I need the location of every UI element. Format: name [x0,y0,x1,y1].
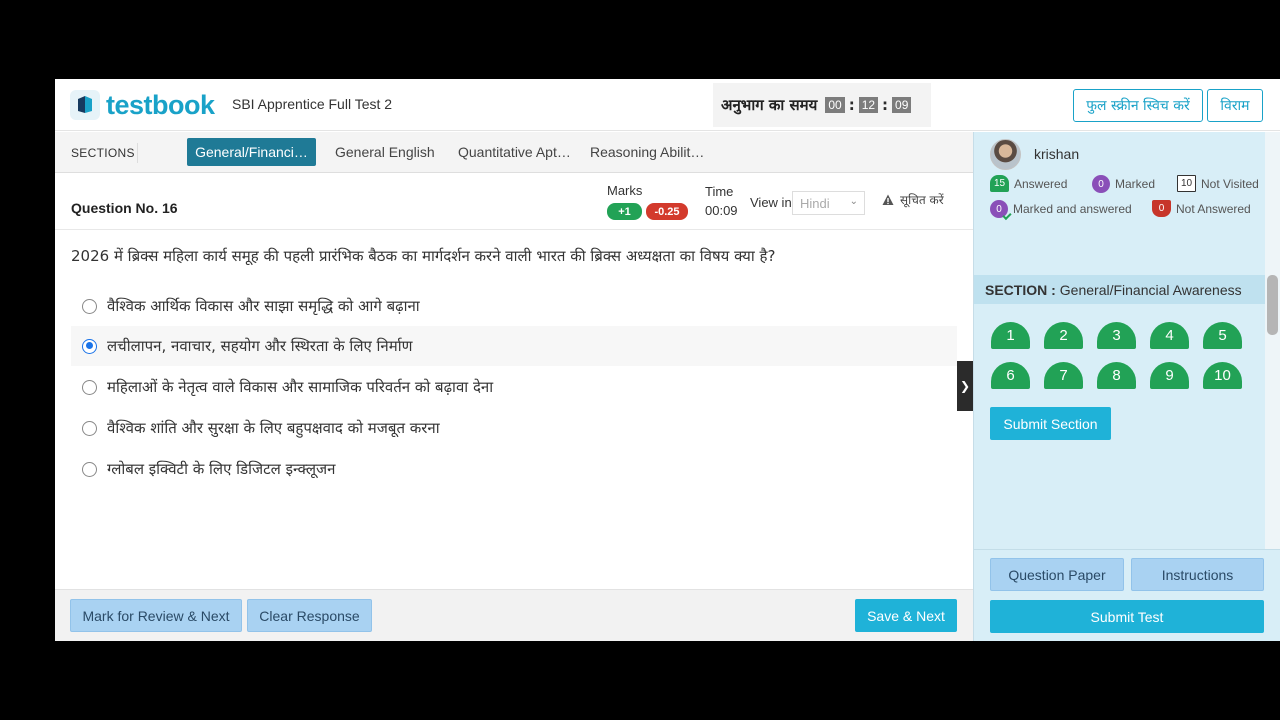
fullscreen-button[interactable]: फुल स्क्रीन स्विच करें [1073,89,1203,122]
language-select[interactable]: Hindi ⌄ [792,191,865,215]
question-footer: Mark for Review & Next Clear Response Sa… [55,589,973,641]
sections-divider [137,143,138,163]
section-timer: अनुभाग का समय 00 : 12 : 09 [713,83,931,127]
sections-label: SECTIONS [71,146,135,160]
collapse-panel-handle[interactable]: ❯ [957,361,973,411]
option-radio[interactable] [82,461,97,477]
not-visited-label: Not Visited [1201,176,1259,191]
clear-response-button[interactable]: Clear Response [247,599,372,632]
question-palette-panel: krishan 15 Answered 0 Marked 10 Not Visi… [973,132,1280,641]
marked-count: 0 [1092,175,1110,193]
question-paper-button[interactable]: Question Paper [990,558,1124,591]
option-radio-selected[interactable] [82,338,97,354]
warning-icon [882,194,894,205]
palette-question-7[interactable]: 7 [1044,362,1083,389]
timer-separator: : [882,96,889,114]
question-header: Question No. 16 Marks +1 -0.25 Time 00:0… [55,174,973,230]
question-number: Question No. 16 [71,200,178,216]
time-label: Time [705,184,734,199]
option-2[interactable]: लचीलापन, नवाचार, सहयोग और स्थिरता के लिए… [71,326,957,366]
timer-seconds: 09 [892,97,912,113]
legend-answered: 15 Answered [990,175,1067,192]
tab-quantitative-aptitude[interactable]: Quantitative Apt… [458,138,571,166]
panel-scrollbar[interactable] [1265,132,1280,552]
option-3[interactable]: महिलाओं के नेतृत्व वाले विकास और सामाजिक… [71,367,957,407]
legend-marked: 0 Marked [1092,175,1155,193]
palette-question-1[interactable]: 1 [991,322,1030,349]
not-answered-label: Not Answered [1176,201,1251,216]
legend-marked-answered: 0 Marked and answered [990,200,1132,218]
avatar [990,138,1021,170]
positive-marks-badge: +1 [607,203,642,220]
submit-section-button[interactable]: Submit Section [990,407,1111,440]
marked-label: Marked [1115,177,1156,191]
option-radio[interactable] [82,420,97,436]
language-value: Hindi [800,195,830,211]
testbook-logo-icon [70,90,100,120]
not-answered-count: 0 [1152,200,1171,217]
palette-question-5[interactable]: 5 [1203,322,1242,349]
tab-general-english[interactable]: General English [335,138,435,166]
question-text: 2026 में ब्रिक्स महिला कार्य समूह की पहल… [71,247,776,265]
instructions-button[interactable]: Instructions [1131,558,1264,591]
top-header: testbook SBI Apprentice Full Test 2 अनुभ… [55,79,1280,131]
option-text: लचीलापन, नवाचार, सहयोग और स्थिरता के लिए… [107,337,413,355]
palette-question-10[interactable]: 10 [1203,362,1242,389]
report-button[interactable]: सूचित करें [882,191,944,208]
option-5[interactable]: ग्लोबल इक्विटी के लिए डिजिटल इन्क्लूजन [71,449,957,489]
palette-question-3[interactable]: 3 [1097,322,1136,349]
submit-test-button[interactable]: Submit Test [990,600,1264,633]
section-name-strip: SECTION : General/Financial Awareness [974,275,1265,304]
section-label: SECTION : [985,281,1056,298]
option-radio[interactable] [82,298,97,314]
logo-wordmark: testbook [106,89,215,120]
legend-not-answered: 0 Not Answered [1152,200,1251,217]
marked-answered-count: 0 [990,200,1008,218]
not-visited-count: 10 [1177,175,1196,192]
view-in-label: View in [750,195,792,210]
option-text: वैश्विक शांति और सुरक्षा के लिए बहुपक्षव… [107,419,440,437]
user-info: krishan [990,137,1079,171]
option-text: ग्लोबल इक्विटी के लिए डिजिटल इन्क्लूजन [107,460,336,478]
user-name: krishan [1034,146,1080,162]
palette-question-8[interactable]: 8 [1097,362,1136,389]
option-text: वैश्विक आर्थिक विकास और साझा समृद्धि को … [107,297,420,315]
time-value: 00:09 [705,203,738,218]
option-radio[interactable] [82,379,97,395]
timer-label: अनुभाग का समय [721,96,818,114]
marked-answered-label: Marked and answered [1013,202,1132,216]
tab-reasoning-ability[interactable]: Reasoning Abilit… [590,138,704,166]
test-title: SBI Apprentice Full Test 2 [232,96,393,112]
section-name: General/Financial Awareness [1059,281,1242,298]
palette-question-4[interactable]: 4 [1150,322,1189,349]
answered-count: 15 [990,175,1009,192]
option-1[interactable]: वैश्विक आर्थिक विकास और साझा समृद्धि को … [71,286,957,326]
tab-general-financial[interactable]: General/Financi… [187,138,316,166]
mark-for-review-button[interactable]: Mark for Review & Next [70,599,242,632]
answered-label: Answered [1014,176,1068,191]
timer-hours: 00 [825,97,845,113]
chevron-right-icon: ❯ [959,379,971,393]
option-4[interactable]: वैश्विक शांति और सुरक्षा के लिए बहुपक्षव… [71,408,957,448]
pause-button[interactable]: विराम [1207,89,1263,122]
report-label: सूचित करें [900,193,944,207]
panel-actions: Question Paper Instructions Submit Test [974,549,1280,641]
exam-window: testbook SBI Apprentice Full Test 2 अनुभ… [55,79,1280,641]
testbook-logo: testbook [70,90,215,120]
timer-minutes: 12 [858,97,879,113]
option-text: महिलाओं के नेतृत्व वाले विकास और सामाजिक… [107,378,494,396]
palette-question-6[interactable]: 6 [991,362,1030,389]
chevron-down-icon: ⌄ [849,196,858,207]
negative-marks-badge: -0.25 [646,203,688,220]
sections-bar: SECTIONS General/Financi… General Englis… [55,132,973,173]
panel-scrollbar-thumb[interactable] [1267,275,1278,335]
legend-not-visited: 10 Not Visited [1177,175,1259,192]
save-next-button[interactable]: Save & Next [855,599,957,632]
palette-question-2[interactable]: 2 [1044,322,1083,349]
timer-separator: : [848,96,855,114]
marks-label: Marks [607,183,643,198]
palette-question-9[interactable]: 9 [1150,362,1189,389]
